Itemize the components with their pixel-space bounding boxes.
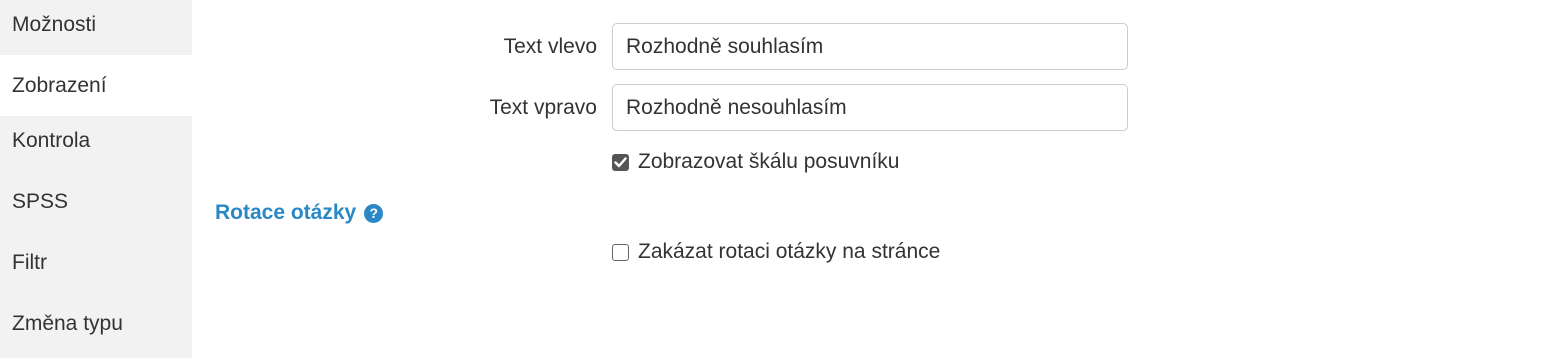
disable-rotation-checkbox[interactable]	[612, 243, 629, 261]
sidebar-item-zmena-typu[interactable]: Změna typu	[0, 299, 192, 360]
rotation-section-title: Rotace otázky ?	[215, 201, 384, 225]
disable-rotation-row: Zakázat rotaci otázky na stránce	[612, 240, 940, 264]
sidebar-item-moznosti[interactable]: Možnosti	[0, 0, 192, 55]
rotation-title-text: Rotace otázky	[215, 201, 357, 224]
sidebar-item-zobrazeni[interactable]: Zobrazení	[0, 55, 192, 116]
sidebar-item-spss[interactable]: SPSS	[0, 177, 192, 238]
checkmark-icon	[614, 156, 627, 167]
right-text-input[interactable]	[612, 84, 1128, 131]
sidebar-item-filtr[interactable]: Filtr	[0, 238, 192, 299]
right-text-label: Text vpravo	[489, 96, 597, 119]
sidebar: Možnosti Zobrazení Kontrola SPSS Filtr Z…	[0, 0, 192, 358]
show-slider-scale-checkbox[interactable]	[612, 153, 629, 171]
left-text-input[interactable]	[612, 23, 1128, 70]
question-circle-icon[interactable]: ?	[364, 203, 384, 223]
show-slider-scale-row: Zobrazovat škálu posuvníku	[612, 150, 899, 174]
disable-rotation-label: Zakázat rotaci otázky na stránce	[638, 240, 941, 263]
sidebar-item-kontrola[interactable]: Kontrola	[0, 116, 192, 177]
show-slider-scale-label: Zobrazovat škálu posuvníku	[638, 150, 900, 173]
left-text-label: Text vlevo	[503, 35, 597, 58]
